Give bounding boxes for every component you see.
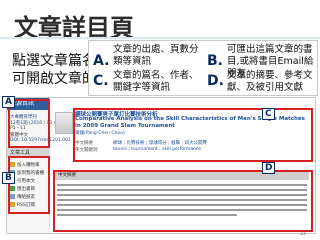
- abstract-line: [57, 209, 307, 212]
- option-c-letter: C.: [93, 73, 109, 89]
- marker-b: B: [2, 172, 15, 184]
- option-d-text: 文章的摘要、參考文獻、及被引用文獻: [227, 70, 313, 93]
- option-c-text: 文章的篇名、作者、關鍵字等資訊: [113, 70, 199, 93]
- page-number: 23: [300, 232, 306, 237]
- title-divider: [0, 37, 320, 39]
- marker-a: A: [2, 96, 15, 108]
- option-a-letter: A.: [93, 53, 110, 69]
- highlight-box-c: [73, 108, 313, 162]
- highlight-box-b: [8, 156, 50, 214]
- abstract-line: [57, 194, 307, 197]
- callout-box: A. 文章的出處、頁數分類等資訊 B. 可匯出這篇文章的書目,或將書目Email…: [88, 40, 318, 96]
- abstract-line: [57, 204, 307, 207]
- abstract-line: [57, 189, 307, 192]
- abstract-line: [57, 184, 307, 187]
- abstract-line: [57, 199, 307, 202]
- abstract-line: [57, 214, 237, 217]
- cover-thumbnail[interactable]: [55, 112, 73, 134]
- marker-c: C: [262, 108, 275, 120]
- marker-d: D: [262, 162, 276, 174]
- option-b-letter: B.: [207, 53, 223, 69]
- option-d-letter: D.: [207, 73, 224, 89]
- option-a-text: 文章的出處、頁數分類等資訊: [113, 44, 199, 67]
